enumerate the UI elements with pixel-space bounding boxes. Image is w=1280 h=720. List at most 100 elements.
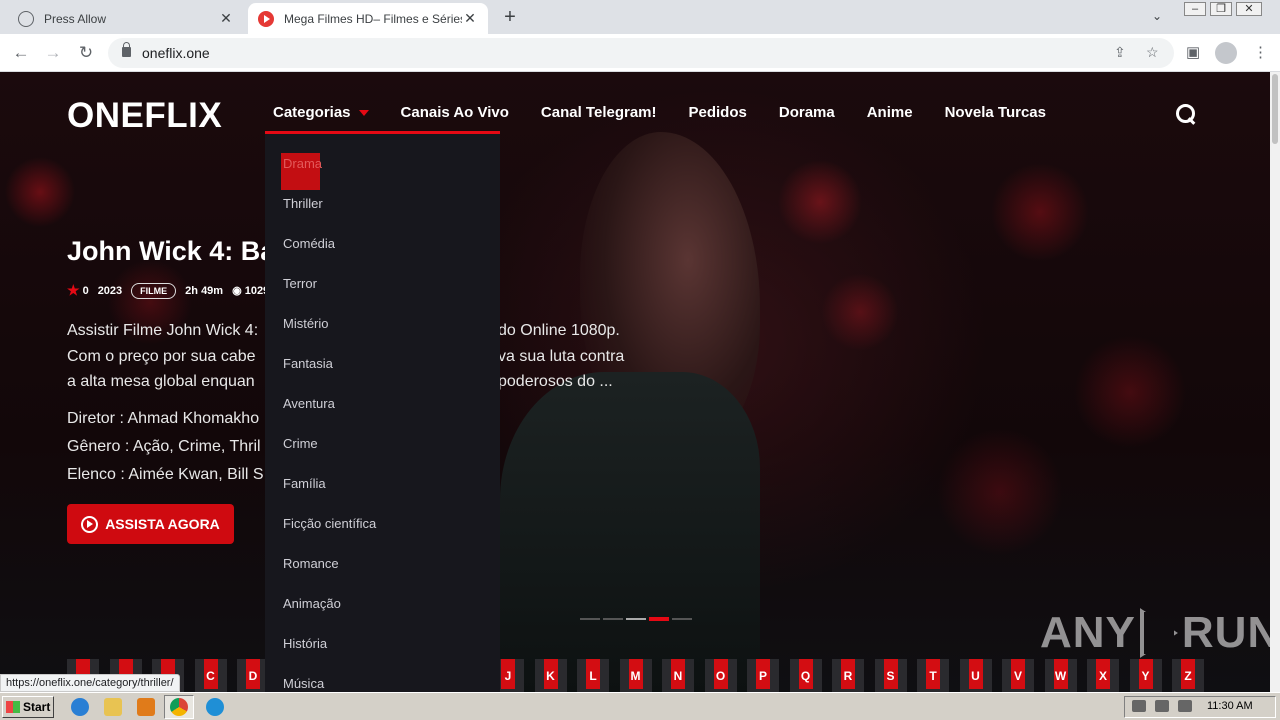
lock-icon[interactable] <box>122 42 131 57</box>
letter-filter[interactable]: Y <box>1129 659 1162 692</box>
slider-dot[interactable] <box>672 618 692 620</box>
letter-filter[interactable]: V <box>1002 659 1034 692</box>
nav-novela-turcas[interactable]: Novela Turcas <box>945 104 1046 134</box>
play-triangle-icon <box>1139 608 1178 658</box>
category-terror[interactable]: Terror <box>283 276 317 291</box>
category-thriller[interactable]: Thriller <box>283 196 323 211</box>
bookmark-star-icon[interactable]: ☆ <box>1146 44 1159 61</box>
category-misterio[interactable]: Mistério <box>283 316 329 331</box>
reload-icon[interactable]: ↻ <box>75 42 97 64</box>
url-text[interactable]: oneflix.one <box>142 45 210 61</box>
rating: 0 <box>82 284 89 297</box>
star-icon: ★ <box>67 282 80 298</box>
scrollbar-thumb[interactable] <box>1272 74 1278 144</box>
slider-dot[interactable] <box>626 618 646 620</box>
type-badge: FILME <box>131 282 177 299</box>
close-tab-icon[interactable]: ✕ <box>462 10 478 27</box>
category-familia[interactable]: Família <box>283 476 326 491</box>
menu-kebab-icon[interactable]: ⋮ <box>1253 43 1268 61</box>
search-icon[interactable] <box>1176 104 1196 124</box>
edge-icon[interactable] <box>206 698 224 716</box>
watch-now-button[interactable]: ASSISTA AGORA <box>67 504 234 544</box>
file-explorer-icon[interactable] <box>104 698 122 716</box>
category-romance[interactable]: Romance <box>283 556 339 571</box>
profile-avatar-icon[interactable] <box>1215 42 1237 64</box>
letter-label: X <box>1098 668 1107 683</box>
tab-search-icon[interactable]: ⌄ <box>1152 9 1162 23</box>
nav-canais-ao-vivo[interactable]: Canais Ao Vivo <box>401 104 509 134</box>
category-musica[interactable]: Música <box>283 676 324 691</box>
back-icon[interactable]: ← <box>10 42 32 64</box>
letter-filter[interactable]: L <box>577 659 609 692</box>
letter-filter[interactable]: M <box>619 659 652 692</box>
category-ficcao-cientifica[interactable]: Ficção científica <box>283 516 376 531</box>
new-tab-button[interactable]: + <box>500 6 520 29</box>
slider-dot[interactable] <box>580 618 600 620</box>
letter-filter[interactable]: U <box>959 659 992 692</box>
flag-icon[interactable] <box>1178 700 1192 712</box>
address-bar[interactable]: oneflix.one ⇪ ☆ <box>108 38 1174 68</box>
main-nav: Categorias Canais Ao Vivo Canal Telegram… <box>273 104 1078 134</box>
letter-filter[interactable]: R <box>832 659 864 692</box>
page-viewport: ONEFLIX Categorias Canais Ao Vivo Canal … <box>0 72 1270 692</box>
desc-line: a alta mesa global enquan <box>67 373 255 390</box>
letter-filter[interactable]: W <box>1044 659 1077 692</box>
letter-filter[interactable]: Q <box>789 659 822 692</box>
letter-label: M <box>630 668 641 683</box>
category-comedia[interactable]: Comédia <box>283 236 335 251</box>
year: 2023 <box>97 284 123 297</box>
status-bar-url: https://oneflix.one/category/thriller/ <box>0 674 180 692</box>
category-drama[interactable]: Drama <box>283 156 322 171</box>
category-animacao[interactable]: Animação <box>283 596 341 611</box>
start-label: Start <box>23 700 51 714</box>
site-logo[interactable]: ONEFLIX <box>67 96 222 136</box>
letter-filter[interactable]: S <box>874 659 907 692</box>
internet-explorer-icon[interactable] <box>71 698 89 716</box>
letter-label: S <box>886 668 895 683</box>
close-tab-icon[interactable]: ✕ <box>218 10 234 27</box>
nav-pedidos[interactable]: Pedidos <box>689 104 747 134</box>
nav-dorama[interactable]: Dorama <box>779 104 835 134</box>
clock: 11:30 AM <box>1207 700 1253 712</box>
category-fantasia[interactable]: Fantasia <box>283 356 333 371</box>
nav-categorias[interactable]: Categorias <box>273 104 369 134</box>
category-historia[interactable]: História <box>283 636 327 651</box>
start-button[interactable]: Start <box>2 696 54 718</box>
browser-toolbar: ← → ↻ oneflix.one ⇪ ☆ ▣ ⋮ <box>0 34 1280 72</box>
duration: 2h 49m <box>185 284 224 297</box>
letter-filter[interactable]: N <box>662 659 694 692</box>
letter-filter[interactable]: C <box>194 659 227 692</box>
letter-filter[interactable]: X <box>1087 659 1119 692</box>
tab-mega-filmes[interactable]: Mega Filmes HD– Filmes e Séries Onl ✕ <box>248 3 488 34</box>
letter-filter[interactable]: Z <box>1172 659 1204 692</box>
close-window-button[interactable]: ✕ <box>1236 2 1262 16</box>
page-scrollbar[interactable] <box>1270 72 1280 692</box>
letter-label: Y <box>1141 668 1150 683</box>
nav-canal-telegram[interactable]: Canal Telegram! <box>541 104 657 134</box>
letter-filter[interactable]: O <box>704 659 737 692</box>
letter-filter[interactable]: T <box>917 659 949 692</box>
minimize-button[interactable]: – <box>1184 2 1206 16</box>
category-aventura[interactable]: Aventura <box>283 396 335 411</box>
letter-label: L <box>589 668 597 683</box>
letter-label: T <box>929 668 937 683</box>
forward-icon[interactable]: → <box>42 42 64 64</box>
anyrun-watermark: ANY RUN <box>1040 608 1270 658</box>
slider-dot[interactable] <box>603 618 623 620</box>
letter-label: J <box>504 668 512 683</box>
letter-label: O <box>715 668 726 683</box>
slider-dot-active[interactable] <box>649 617 669 621</box>
tab-press-allow[interactable]: Press Allow ✕ <box>8 3 244 34</box>
media-player-icon[interactable] <box>137 698 155 716</box>
share-icon[interactable]: ⇪ <box>1114 44 1126 61</box>
side-panel-icon[interactable]: ▣ <box>1186 43 1200 61</box>
chrome-taskbar-button[interactable] <box>164 695 194 719</box>
letter-filter[interactable]: K <box>534 659 567 692</box>
network-icon[interactable] <box>1155 700 1169 712</box>
volume-icon[interactable] <box>1132 700 1146 712</box>
nav-anime[interactable]: Anime <box>867 104 913 134</box>
letter-filter[interactable]: P <box>747 659 779 692</box>
maximize-button[interactable]: ❐ <box>1210 2 1232 16</box>
windows-taskbar: Start 11:30 AM <box>0 692 1280 720</box>
category-crime[interactable]: Crime <box>283 436 318 451</box>
